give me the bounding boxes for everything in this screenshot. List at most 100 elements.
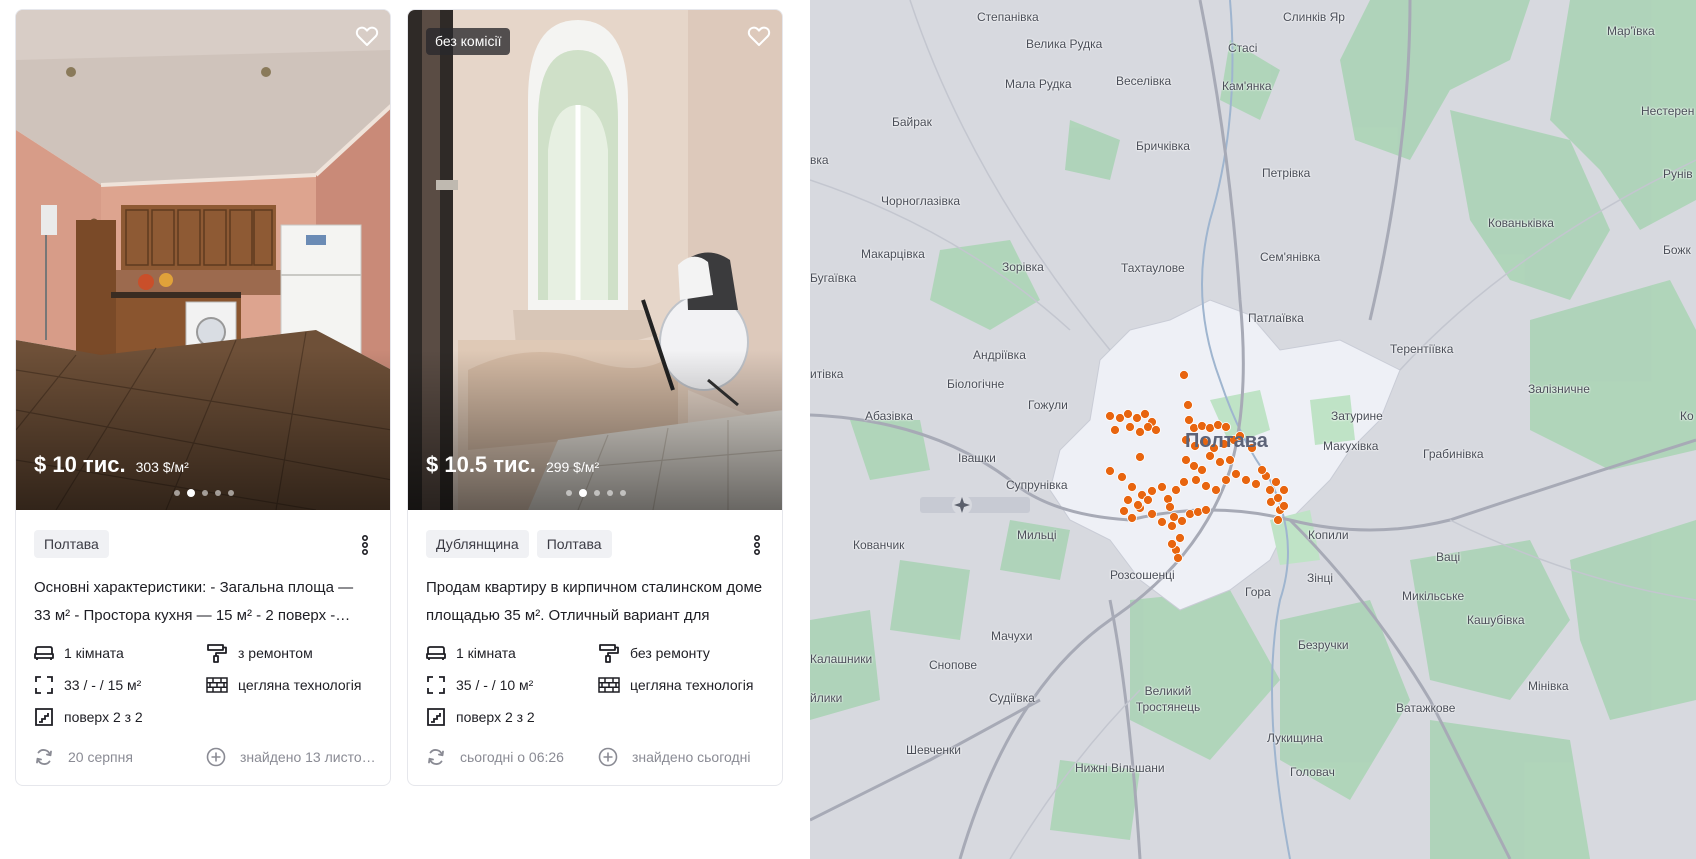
map-place-label: Нестерен [1641,104,1695,118]
listing-marker[interactable] [1147,509,1157,519]
listing-marker[interactable] [1191,475,1201,485]
listing-marker[interactable] [1271,477,1281,487]
listing-marker[interactable] [1183,400,1193,410]
pagination-dot[interactable] [594,490,600,496]
more-vertical-icon[interactable] [360,534,370,556]
listing-marker[interactable] [1273,515,1283,525]
listing-marker[interactable] [1140,409,1150,419]
listing-marker[interactable] [1201,481,1211,491]
listing-marker[interactable] [1147,486,1157,496]
listing-marker[interactable] [1105,466,1115,476]
listing-marker[interactable] [1133,500,1143,510]
listing-marker[interactable] [1119,506,1129,516]
pagination-dot[interactable] [620,490,626,496]
listing-marker[interactable] [1157,517,1167,527]
listing-marker[interactable] [1201,505,1211,515]
listing-marker[interactable] [1213,420,1223,430]
pagination-dot[interactable] [228,490,234,496]
listing-marker[interactable] [1169,512,1179,522]
listing-description[interactable]: Основні характеристики: - Загальна площа… [34,574,372,630]
feature-area: 35 / - / 10 м² [426,674,598,696]
listing-marker[interactable] [1184,415,1194,425]
map-place-label: Патлаївка [1248,311,1304,325]
listing-marker[interactable] [1257,465,1267,475]
listing-marker[interactable] [1163,494,1173,504]
feature-material: цегляна технологія [206,674,378,696]
pagination-dot[interactable] [566,490,572,496]
listing-marker[interactable] [1173,553,1183,563]
listing-marker[interactable] [1265,485,1275,495]
listing-photo-1[interactable]: $ 10 тис. 303 $/м² [16,10,390,510]
listing-card-2[interactable]: без комісії $ 10.5 тис. 299 $/м² Дублянщ… [407,9,783,786]
listing-marker[interactable] [1273,493,1283,503]
pagination-dot[interactable] [202,490,208,496]
listing-marker[interactable] [1127,482,1137,492]
pagination-dot-active[interactable] [187,489,195,497]
listing-marker[interactable] [1157,482,1167,492]
listing-marker[interactable] [1167,521,1177,531]
pagination-dot[interactable] [174,490,180,496]
listing-found[interactable]: знайдено сьогодні [598,746,770,768]
map-place-label: Андріївка [973,348,1026,362]
listing-marker[interactable] [1123,409,1133,419]
listing-marker[interactable] [1165,502,1175,512]
listing-marker[interactable] [1241,475,1251,485]
area-frame-icon [35,676,53,694]
listing-marker[interactable] [1125,422,1135,432]
listing-marker[interactable] [1225,455,1235,465]
pagination-dot-active[interactable] [579,489,587,497]
map-place-label: Рунів [1663,167,1693,181]
price-per-m2: 299 $/м² [545,459,600,475]
listing-marker[interactable] [1193,507,1203,517]
location-tag[interactable]: Полтава [536,530,612,558]
map[interactable]: Степанівка Слинків Яр Мар'ївка Велика Ру… [810,0,1696,859]
listing-marker[interactable] [1143,495,1153,505]
listing-marker[interactable] [1151,425,1161,435]
listing-marker[interactable] [1215,457,1225,467]
listing-marker[interactable] [1167,539,1177,549]
listing-marker[interactable] [1115,413,1125,423]
map-place-label: итівка [810,367,844,381]
listing-marker[interactable] [1181,455,1191,465]
listing-card-1[interactable]: $ 10 тис. 303 $/м² Полтава Основні харак… [15,9,391,786]
pagination-dot[interactable] [607,490,613,496]
listing-marker[interactable] [1185,509,1195,519]
listing-marker[interactable] [1221,475,1231,485]
listing-marker[interactable] [1251,479,1261,489]
listing-marker[interactable] [1171,485,1181,495]
map-place-label: Мар'ївка [1607,24,1655,38]
location-tag[interactable]: Дублянщина [426,530,529,558]
listing-marker[interactable] [1132,413,1142,423]
pagination-dot[interactable] [215,490,221,496]
listing-marker[interactable] [1211,485,1221,495]
location-tag[interactable]: Полтава [34,530,109,558]
photo-pagination[interactable] [408,489,782,497]
listing-marker[interactable] [1117,472,1127,482]
listing-marker[interactable] [1127,513,1137,523]
more-vertical-icon[interactable] [752,534,762,556]
listing-marker[interactable] [1279,501,1289,511]
listing-photo-2[interactable]: без комісії $ 10.5 тис. 299 $/м² [408,10,782,510]
listing-marker[interactable] [1177,516,1187,526]
listing-description[interactable]: Продам квартиру в кирпичном сталинском д… [426,574,764,630]
listing-marker[interactable] [1135,427,1145,437]
paint-roller-icon [207,644,227,663]
listing-marker[interactable] [1123,495,1133,505]
heart-icon[interactable] [746,23,772,49]
listing-marker[interactable] [1197,465,1207,475]
listing-marker[interactable] [1135,452,1145,462]
listing-found[interactable]: знайдено 13 листопада [206,746,378,768]
listing-marker[interactable] [1175,533,1185,543]
listing-marker[interactable] [1231,469,1241,479]
listing-marker[interactable] [1110,425,1120,435]
listing-marker[interactable] [1105,411,1115,421]
map-place-label: Кам'янка [1222,79,1272,93]
listing-marker[interactable] [1279,485,1289,495]
heart-icon[interactable] [354,23,380,49]
listing-marker[interactable] [1189,461,1199,471]
photo-pagination[interactable] [16,489,390,497]
listing-marker[interactable] [1179,370,1189,380]
listing-marker[interactable] [1179,477,1189,487]
map-place-label: Микільське [1402,589,1465,603]
city-area[interactable] [1049,299,1401,611]
